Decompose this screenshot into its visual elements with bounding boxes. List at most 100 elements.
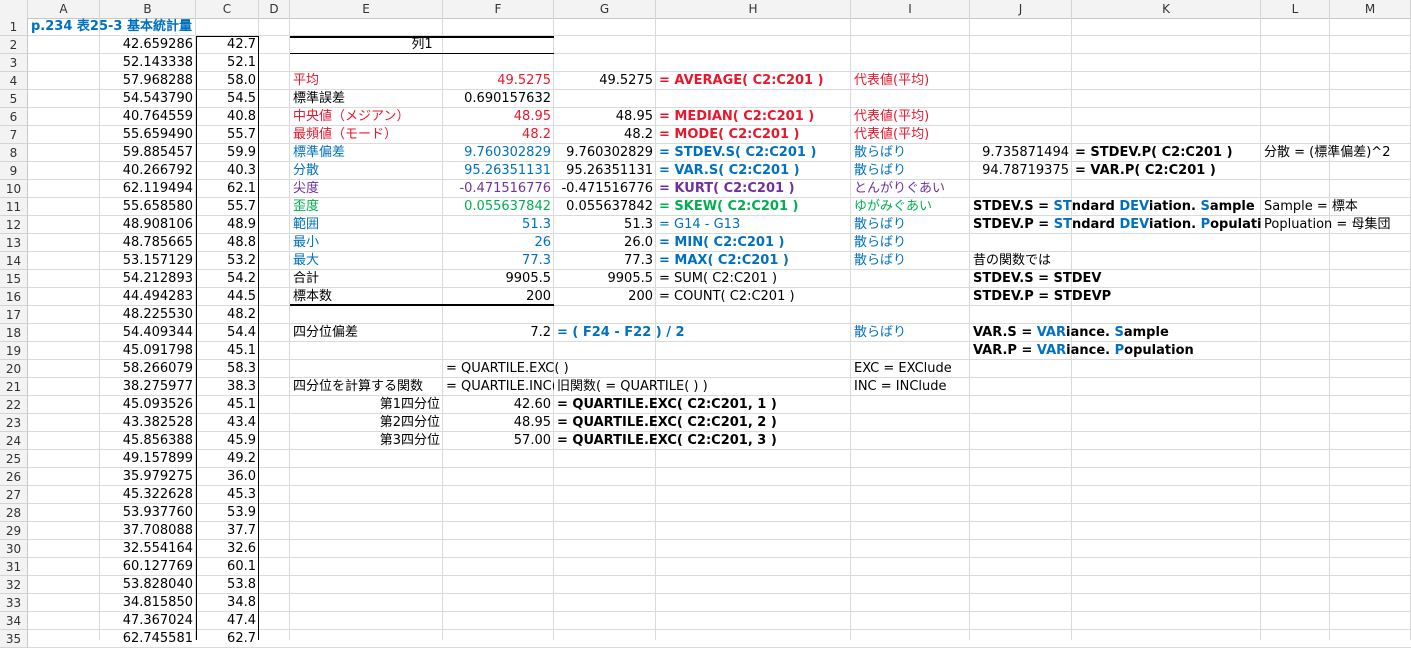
data-cell-c[interactable]: 55.7 xyxy=(196,126,259,144)
stat-category[interactable]: ゆがみぐあい xyxy=(851,198,970,216)
sheet-title[interactable]: p.234 表25-3 基本統計量 xyxy=(28,18,290,36)
data-cell-b[interactable]: 54.543790 xyxy=(100,90,196,108)
row-header-20[interactable]: 20 xyxy=(0,360,28,378)
stdev-p-value[interactable]: 9.735871494 xyxy=(970,144,1072,162)
column-header-g[interactable]: G xyxy=(554,0,656,18)
data-cell-b[interactable]: 48.908106 xyxy=(100,216,196,234)
data-cell-c[interactable]: 53.8 xyxy=(196,576,259,594)
data-cell-c[interactable]: 36.0 xyxy=(196,468,259,486)
stat-label[interactable]: 歪度 xyxy=(290,198,443,216)
old-stdevp-note[interactable]: STDEV.P = STDEVP xyxy=(970,288,1261,306)
data-cell-c[interactable]: 40.3 xyxy=(196,162,259,180)
row-header-10[interactable]: 10 xyxy=(0,180,28,198)
data-cell-c[interactable]: 40.8 xyxy=(196,108,259,126)
column-header-j[interactable]: J xyxy=(970,0,1072,18)
stat-value[interactable]: 49.5275 xyxy=(443,72,554,90)
data-cell-c[interactable]: 45.1 xyxy=(196,342,259,360)
stat-check-value[interactable]: 48.2 xyxy=(554,126,656,144)
column-header-e[interactable]: E xyxy=(290,0,443,18)
data-cell-c[interactable]: 62.7 xyxy=(196,630,259,648)
stat-label[interactable]: 標準誤差 xyxy=(290,90,443,108)
data-cell-c[interactable]: 45.1 xyxy=(196,396,259,414)
quartile-deviation-value[interactable]: 7.2 xyxy=(443,324,554,342)
row-header-35[interactable]: 35 xyxy=(0,630,28,648)
row-header-31[interactable]: 31 xyxy=(0,558,28,576)
stat-value[interactable]: 48.95 xyxy=(443,108,554,126)
stat-formula[interactable]: = KURT( C2:C201 ) xyxy=(656,180,851,198)
row-header-21[interactable]: 21 xyxy=(0,378,28,396)
stdev-p-note[interactable]: STDEV.P = STndard DEViation. Populati xyxy=(970,216,1261,234)
column-header-h[interactable]: H xyxy=(656,0,851,18)
stat-category[interactable]: 代表値(平均) xyxy=(851,72,970,90)
stat-value[interactable]: 48.2 xyxy=(443,126,554,144)
data-cell-b[interactable]: 60.127769 xyxy=(100,558,196,576)
data-cell-b[interactable]: 58.266079 xyxy=(100,360,196,378)
population-note[interactable]: Popluation = 母集団 xyxy=(1261,216,1411,234)
stdev-s-note[interactable]: STDEV.S = STndard DEViation. Sample xyxy=(970,198,1261,216)
row-header-32[interactable]: 32 xyxy=(0,576,28,594)
data-cell-b[interactable]: 37.708088 xyxy=(100,522,196,540)
stat-category[interactable]: とんがりぐあい xyxy=(851,180,970,198)
data-cell-c[interactable]: 37.7 xyxy=(196,522,259,540)
stat-label[interactable]: 最大 xyxy=(290,252,443,270)
column-header-d[interactable]: D xyxy=(259,0,290,18)
data-cell-b[interactable]: 55.659490 xyxy=(100,126,196,144)
stat-check-value[interactable]: 51.3 xyxy=(554,216,656,234)
quartile-label[interactable]: 第3四分位 xyxy=(290,432,443,450)
old-quartile-label[interactable]: 旧関数( = QUARTILE( ) ) xyxy=(554,378,851,396)
data-cell-c[interactable]: 54.5 xyxy=(196,90,259,108)
var-s-note[interactable]: VAR.S = VARiance. Sample xyxy=(970,324,1261,342)
data-cell-b[interactable]: 32.554164 xyxy=(100,540,196,558)
stat-formula[interactable]: = MEDIAN( C2:C201 ) xyxy=(656,108,851,126)
table-header-label[interactable]: 列1 xyxy=(290,36,554,54)
stat-formula[interactable]: = MIN( C2:C201 ) xyxy=(656,234,851,252)
column-header-k[interactable]: K xyxy=(1072,0,1261,18)
row-header-11[interactable]: 11 xyxy=(0,198,28,216)
data-cell-b[interactable]: 34.815850 xyxy=(100,594,196,612)
quartile-formula[interactable]: = QUARTILE.EXC( C2:C201, 2 ) xyxy=(554,414,851,432)
data-cell-b[interactable]: 38.275977 xyxy=(100,378,196,396)
data-cell-c[interactable]: 53.9 xyxy=(196,504,259,522)
stat-label[interactable]: 標準偏差 xyxy=(290,144,443,162)
stat-formula[interactable]: = SUM( C2:C201 ) xyxy=(656,270,851,288)
data-cell-c[interactable]: 48.2 xyxy=(196,306,259,324)
quartile-value[interactable]: 48.95 xyxy=(443,414,554,432)
column-header-l[interactable]: L xyxy=(1261,0,1330,18)
row-header-26[interactable]: 26 xyxy=(0,468,28,486)
quartile-deviation-formula[interactable]: = ( F24 - F22 ) / 2 xyxy=(554,324,851,342)
data-cell-c[interactable]: 48.9 xyxy=(196,216,259,234)
data-cell-b[interactable]: 43.382528 xyxy=(100,414,196,432)
quartile-value[interactable]: 57.00 xyxy=(443,432,554,450)
quartile-deviation-category[interactable]: 散らばり xyxy=(851,324,970,342)
column-header-f[interactable]: F xyxy=(443,0,554,18)
data-cell-b[interactable]: 59.885457 xyxy=(100,144,196,162)
quartile-label[interactable]: 第1四分位 xyxy=(290,396,443,414)
row-header-22[interactable]: 22 xyxy=(0,396,28,414)
stat-label[interactable]: 最小 xyxy=(290,234,443,252)
data-cell-c[interactable]: 49.2 xyxy=(196,450,259,468)
var-p-note[interactable]: VAR.P = VARiance. Population xyxy=(970,342,1261,360)
data-cell-c[interactable]: 60.1 xyxy=(196,558,259,576)
data-cell-b[interactable]: 42.659286 xyxy=(100,36,196,54)
old-stdev-note[interactable]: STDEV.S = STDEV xyxy=(970,270,1261,288)
column-header-c[interactable]: C xyxy=(196,0,259,18)
data-cell-c[interactable]: 58.0 xyxy=(196,72,259,90)
select-all-corner[interactable] xyxy=(0,0,28,18)
stat-category[interactable]: 代表値(平均) xyxy=(851,108,970,126)
row-header-12[interactable]: 12 xyxy=(0,216,28,234)
row-header-24[interactable]: 24 xyxy=(0,432,28,450)
stat-check-value[interactable]: 95.26351131 xyxy=(554,162,656,180)
stat-value[interactable]: 95.26351131 xyxy=(443,162,554,180)
data-cell-b[interactable]: 53.157129 xyxy=(100,252,196,270)
row-header-14[interactable]: 14 xyxy=(0,252,28,270)
sample-note[interactable]: Sample = 標本 xyxy=(1261,198,1411,216)
stat-value[interactable]: 0.690157632 xyxy=(443,90,554,108)
row-header-7[interactable]: 7 xyxy=(0,126,28,144)
row-header-9[interactable]: 9 xyxy=(0,162,28,180)
stat-category[interactable]: 散らばり xyxy=(851,144,970,162)
stat-check-value[interactable]: 9905.5 xyxy=(554,270,656,288)
data-cell-c[interactable]: 53.2 xyxy=(196,252,259,270)
stat-formula[interactable]: = STDEV.S( C2:C201 ) xyxy=(656,144,851,162)
stat-label[interactable]: 尖度 xyxy=(290,180,443,198)
stdev-p-formula[interactable]: = STDEV.P( C2:C201 ) xyxy=(1072,144,1261,162)
